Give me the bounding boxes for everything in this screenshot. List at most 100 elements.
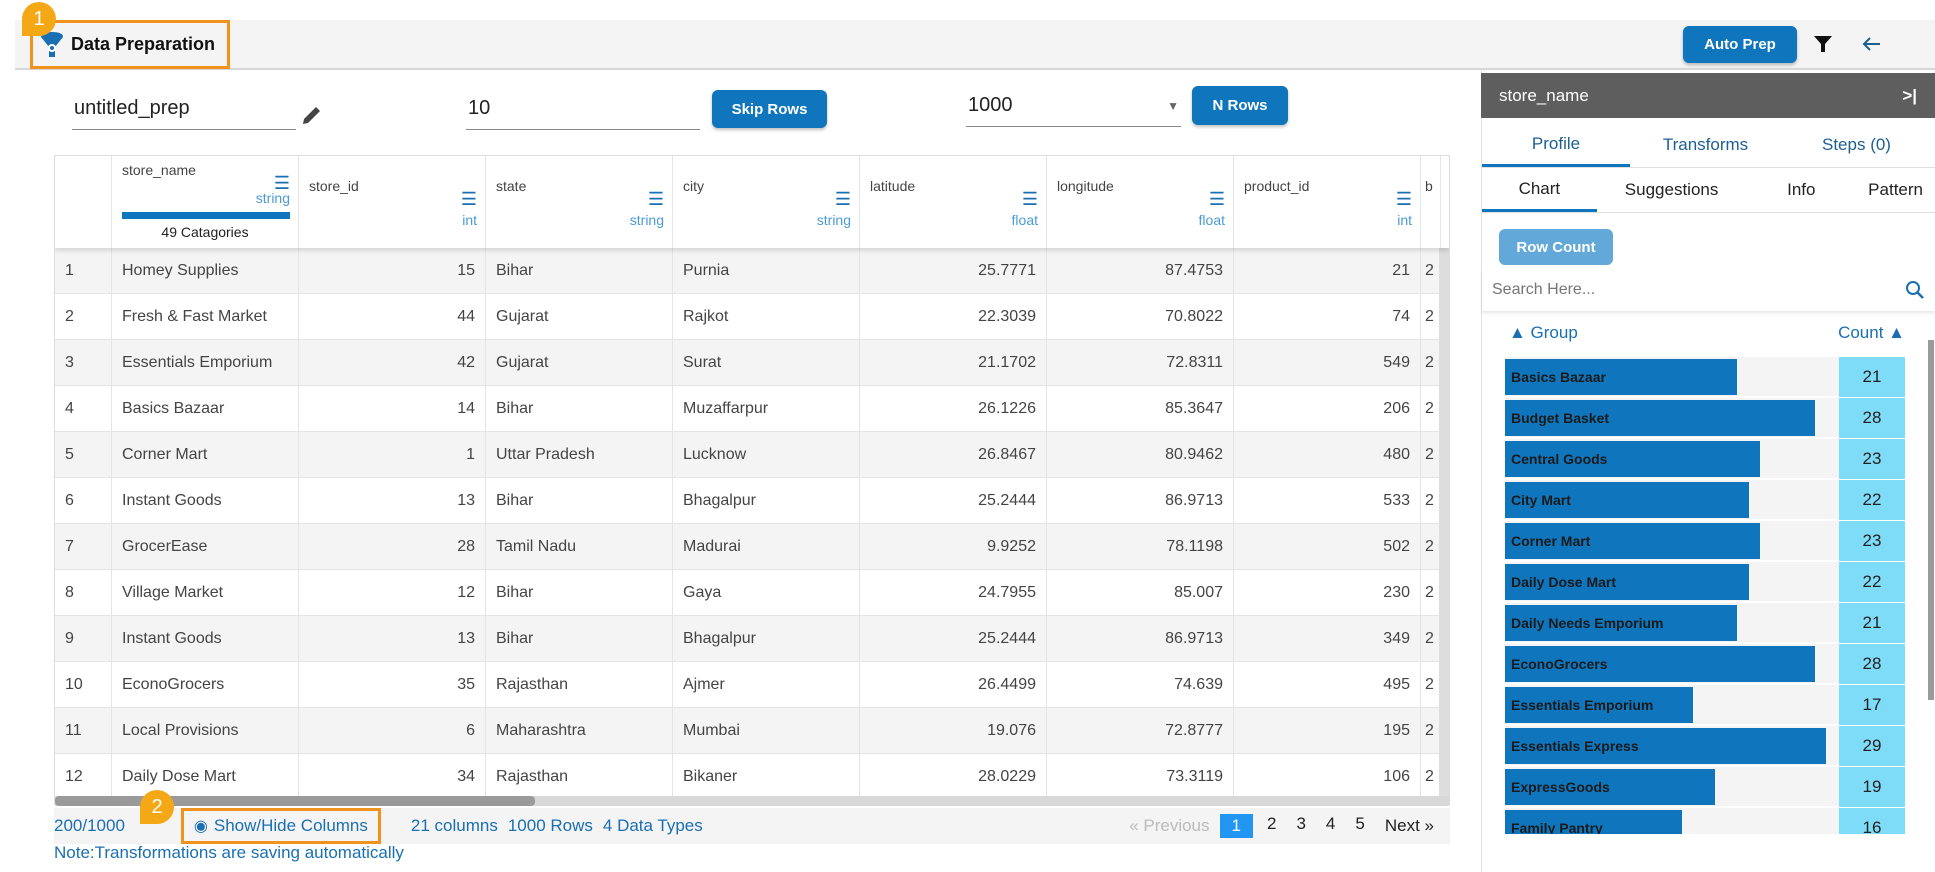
page-4-button[interactable]: 4 [1316,814,1345,838]
edit-pencil-icon[interactable] [300,103,324,127]
table-row[interactable]: 3 Essentials Emporium 42 Gujarat Surat 21.170… [55,340,1449,386]
filter-icon[interactable] [1813,34,1833,54]
table-cell[interactable]: 13 [299,478,486,523]
table-row[interactable]: 7 GrocerEase 28 Tamil Nadu Madurai 9.9252 78.1… [55,524,1449,570]
next-page-button[interactable]: Next » [1375,816,1444,836]
group-row[interactable]: City Mart 22 [1505,480,1905,520]
table-cell[interactable]: 2 [1421,708,1441,753]
table-cell[interactable]: 2 [1421,570,1441,615]
table-cell[interactable]: Rajkot [673,294,860,339]
table-cell[interactable]: 42 [299,340,486,385]
group-row[interactable]: Central Goods 23 [1505,439,1905,479]
table-cell[interactable]: Bhagalpur [673,616,860,661]
table-cell[interactable]: 7 [55,524,112,569]
table-cell[interactable]: 2 [1421,616,1441,661]
table-cell[interactable]: 85.3647 [1047,386,1234,431]
skip-rows-input[interactable]: 10 [466,88,700,130]
previous-page-button[interactable]: « Previous [1119,816,1219,836]
column-header[interactable]: city ☰ string [673,156,860,248]
table-row[interactable]: 6 Instant Goods 13 Bihar Bhagalpur 25.2444 86.… [55,478,1449,524]
table-cell[interactable]: Local Provisions [112,708,299,753]
table-cell[interactable]: Tamil Nadu [486,524,673,569]
table-cell[interactable]: 74 [1234,294,1421,339]
table-cell[interactable]: 6 [55,478,112,523]
table-row[interactable]: 4 Basics Bazaar 14 Bihar Muzaffarpur 26.1226 8… [55,386,1449,432]
back-arrow-icon[interactable] [1862,35,1882,53]
table-cell[interactable]: 25.7771 [860,248,1047,293]
table-cell[interactable]: 195 [1234,708,1421,753]
table-cell[interactable]: Corner Mart [112,432,299,477]
table-cell[interactable]: 6 [299,708,486,753]
table-cell[interactable]: 72.8777 [1047,708,1234,753]
table-cell[interactable]: 8 [55,570,112,615]
table-cell[interactable]: 80.9462 [1047,432,1234,477]
table-cell[interactable]: Essentials Emporium [112,340,299,385]
table-cell[interactable]: 2 [1421,662,1441,707]
column-header[interactable]: store_id ☰ int [299,156,486,248]
table-cell[interactable]: Lucknow [673,432,860,477]
column-header[interactable] [55,156,112,248]
column-menu-icon[interactable]: ☰ [274,174,290,192]
table-cell[interactable]: 12 [299,570,486,615]
table-cell[interactable]: 9.9252 [860,524,1047,569]
table-cell[interactable]: 2 [1421,754,1441,799]
page-3-button[interactable]: 3 [1286,814,1315,838]
table-cell[interactable]: Fresh & Fast Market [112,294,299,339]
n-rows-select[interactable]: 1000 ▼ [966,85,1181,127]
collapse-panel-icon[interactable]: >| [1902,86,1917,106]
table-cell[interactable]: Daily Dose Mart [112,754,299,799]
page-2-button[interactable]: 2 [1257,814,1286,838]
table-cell[interactable]: 44 [299,294,486,339]
table-cell[interactable]: 86.9713 [1047,616,1234,661]
table-cell[interactable]: 106 [1234,754,1421,799]
table-cell[interactable]: 21.1702 [860,340,1047,385]
table-cell[interactable]: 1 [299,432,486,477]
table-cell[interactable]: Bihar [486,248,673,293]
table-cell[interactable]: 11 [55,708,112,753]
group-search-input[interactable] [1492,281,1872,299]
row-count-button[interactable]: Row Count [1499,229,1613,265]
column-header[interactable]: product_id ☰ int [1234,156,1421,248]
table-cell[interactable]: 206 [1234,386,1421,431]
table-cell[interactable]: Purnia [673,248,860,293]
column-menu-icon[interactable]: ☰ [1022,190,1038,208]
table-cell[interactable]: 2 [1421,432,1441,477]
column-menu-icon[interactable]: ☰ [835,190,851,208]
table-cell[interactable]: Bihar [486,478,673,523]
table-cell[interactable]: Uttar Pradesh [486,432,673,477]
subtab-chart[interactable]: Chart [1482,168,1597,212]
group-row[interactable]: Family Pantry 16 [1505,808,1905,834]
page-5-button[interactable]: 5 [1345,814,1374,838]
group-row[interactable]: Corner Mart 23 [1505,521,1905,561]
table-cell[interactable]: Gaya [673,570,860,615]
table-cell[interactable]: Mumbai [673,708,860,753]
table-cell[interactable]: 74.639 [1047,662,1234,707]
table-row[interactable]: 11 Local Provisions 6 Maharashtra Mumbai 19.0… [55,708,1449,754]
prep-name-input[interactable]: untitled_prep [72,88,296,130]
count-sort-header[interactable]: Count ▲ [1838,323,1905,343]
table-cell[interactable]: 12 [55,754,112,799]
skip-rows-button[interactable]: Skip Rows [712,90,827,128]
column-header[interactable]: store_name ☰ string 49 Catagories [112,156,299,248]
table-row[interactable]: 8 Village Market 12 Bihar Gaya 24.7955 85.007 2… [55,570,1449,616]
table-cell[interactable]: Rajasthan [486,754,673,799]
column-header[interactable]: latitude ☰ float [860,156,1047,248]
table-cell[interactable]: Surat [673,340,860,385]
table-cell[interactable]: 35 [299,662,486,707]
table-cell[interactable]: Bihar [486,386,673,431]
table-cell[interactable]: 2 [1421,386,1441,431]
table-cell[interactable]: Homey Supplies [112,248,299,293]
table-cell[interactable]: 15 [299,248,486,293]
tab-profile[interactable]: Profile [1482,123,1630,167]
table-cell[interactable]: 9 [55,616,112,661]
group-row[interactable]: Essentials Express 29 [1505,726,1905,766]
table-cell[interactable]: Basics Bazaar [112,386,299,431]
table-cell[interactable]: 26.8467 [860,432,1047,477]
table-cell[interactable]: 26.1226 [860,386,1047,431]
subtab-info[interactable]: Info [1746,168,1856,212]
table-cell[interactable]: 533 [1234,478,1421,523]
n-rows-button[interactable]: N Rows [1192,86,1288,125]
tab-steps[interactable]: Steps (0) [1781,123,1932,167]
tab-transforms[interactable]: Transforms [1630,123,1781,167]
table-cell[interactable]: EconoGrocers [112,662,299,707]
